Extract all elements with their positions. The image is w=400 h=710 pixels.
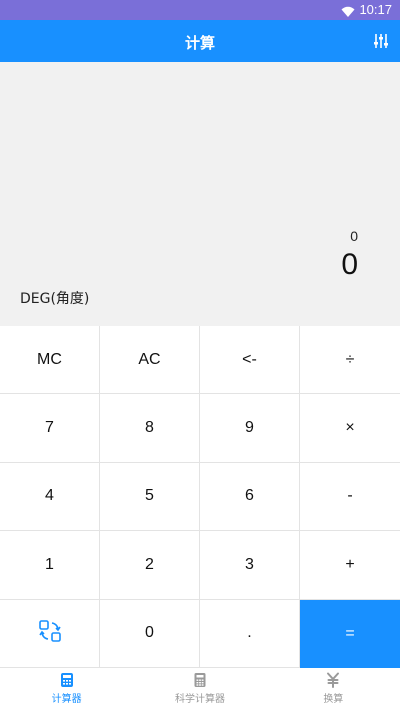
digit-9-button[interactable]: 9 xyxy=(200,394,300,463)
expression-text: 0 xyxy=(350,228,358,244)
angle-mode-label[interactable]: DEG(角度) xyxy=(20,288,89,308)
app-bar: 计算 xyxy=(0,20,400,62)
tab-label: 换算 xyxy=(323,694,344,705)
digit-2-button[interactable]: 2 xyxy=(100,531,200,600)
tab-label: 科学计算器 xyxy=(174,694,225,705)
calculator-display: 0 0 DEG(角度) xyxy=(0,62,400,326)
digit-0-button[interactable]: 0 xyxy=(100,599,200,668)
bottom-tab-bar: 计算器 科学计算器 换算 xyxy=(0,668,400,710)
scientific-calculator-icon xyxy=(192,672,208,688)
switch-icon xyxy=(37,618,63,649)
subtract-button[interactable]: - xyxy=(300,462,400,532)
result-text: 0 xyxy=(341,248,358,281)
all-clear-button[interactable]: AC xyxy=(100,326,200,395)
calculator-icon xyxy=(59,672,75,688)
digit-1-button[interactable]: 1 xyxy=(0,531,100,600)
page-title: 计算 xyxy=(184,34,215,52)
tab-label: 计算器 xyxy=(51,694,82,705)
status-time: 10:17 xyxy=(359,2,392,17)
multiply-button[interactable]: × xyxy=(300,394,400,463)
digit-4-button[interactable]: 4 xyxy=(0,462,100,532)
equals-button[interactable]: = xyxy=(300,599,400,668)
backspace-button[interactable]: <- xyxy=(200,326,300,395)
tab-calculator[interactable]: 计算器 xyxy=(0,668,133,710)
digit-8-button[interactable]: 8 xyxy=(100,394,200,463)
status-bar: 10:17 xyxy=(0,0,400,20)
digit-3-button[interactable]: 3 xyxy=(200,531,300,600)
memory-clear-button[interactable]: MC xyxy=(0,326,100,395)
digit-7-button[interactable]: 7 xyxy=(0,394,100,463)
tab-scientific-calculator[interactable]: 科学计算器 xyxy=(133,668,266,710)
switch-button[interactable] xyxy=(0,599,100,668)
keypad: MC AC <- ÷ 7 8 9 × 4 5 6 - 1 2 3 + 0 . = xyxy=(0,326,400,668)
divide-button[interactable]: ÷ xyxy=(300,326,400,395)
tab-conversion[interactable]: 换算 xyxy=(267,668,400,710)
digit-5-button[interactable]: 5 xyxy=(100,462,200,532)
digit-6-button[interactable]: 6 xyxy=(200,462,300,532)
yuan-icon xyxy=(325,672,341,688)
sliders-icon[interactable] xyxy=(372,32,390,50)
decimal-point-button[interactable]: . xyxy=(200,599,300,668)
add-button[interactable]: + xyxy=(300,531,400,600)
